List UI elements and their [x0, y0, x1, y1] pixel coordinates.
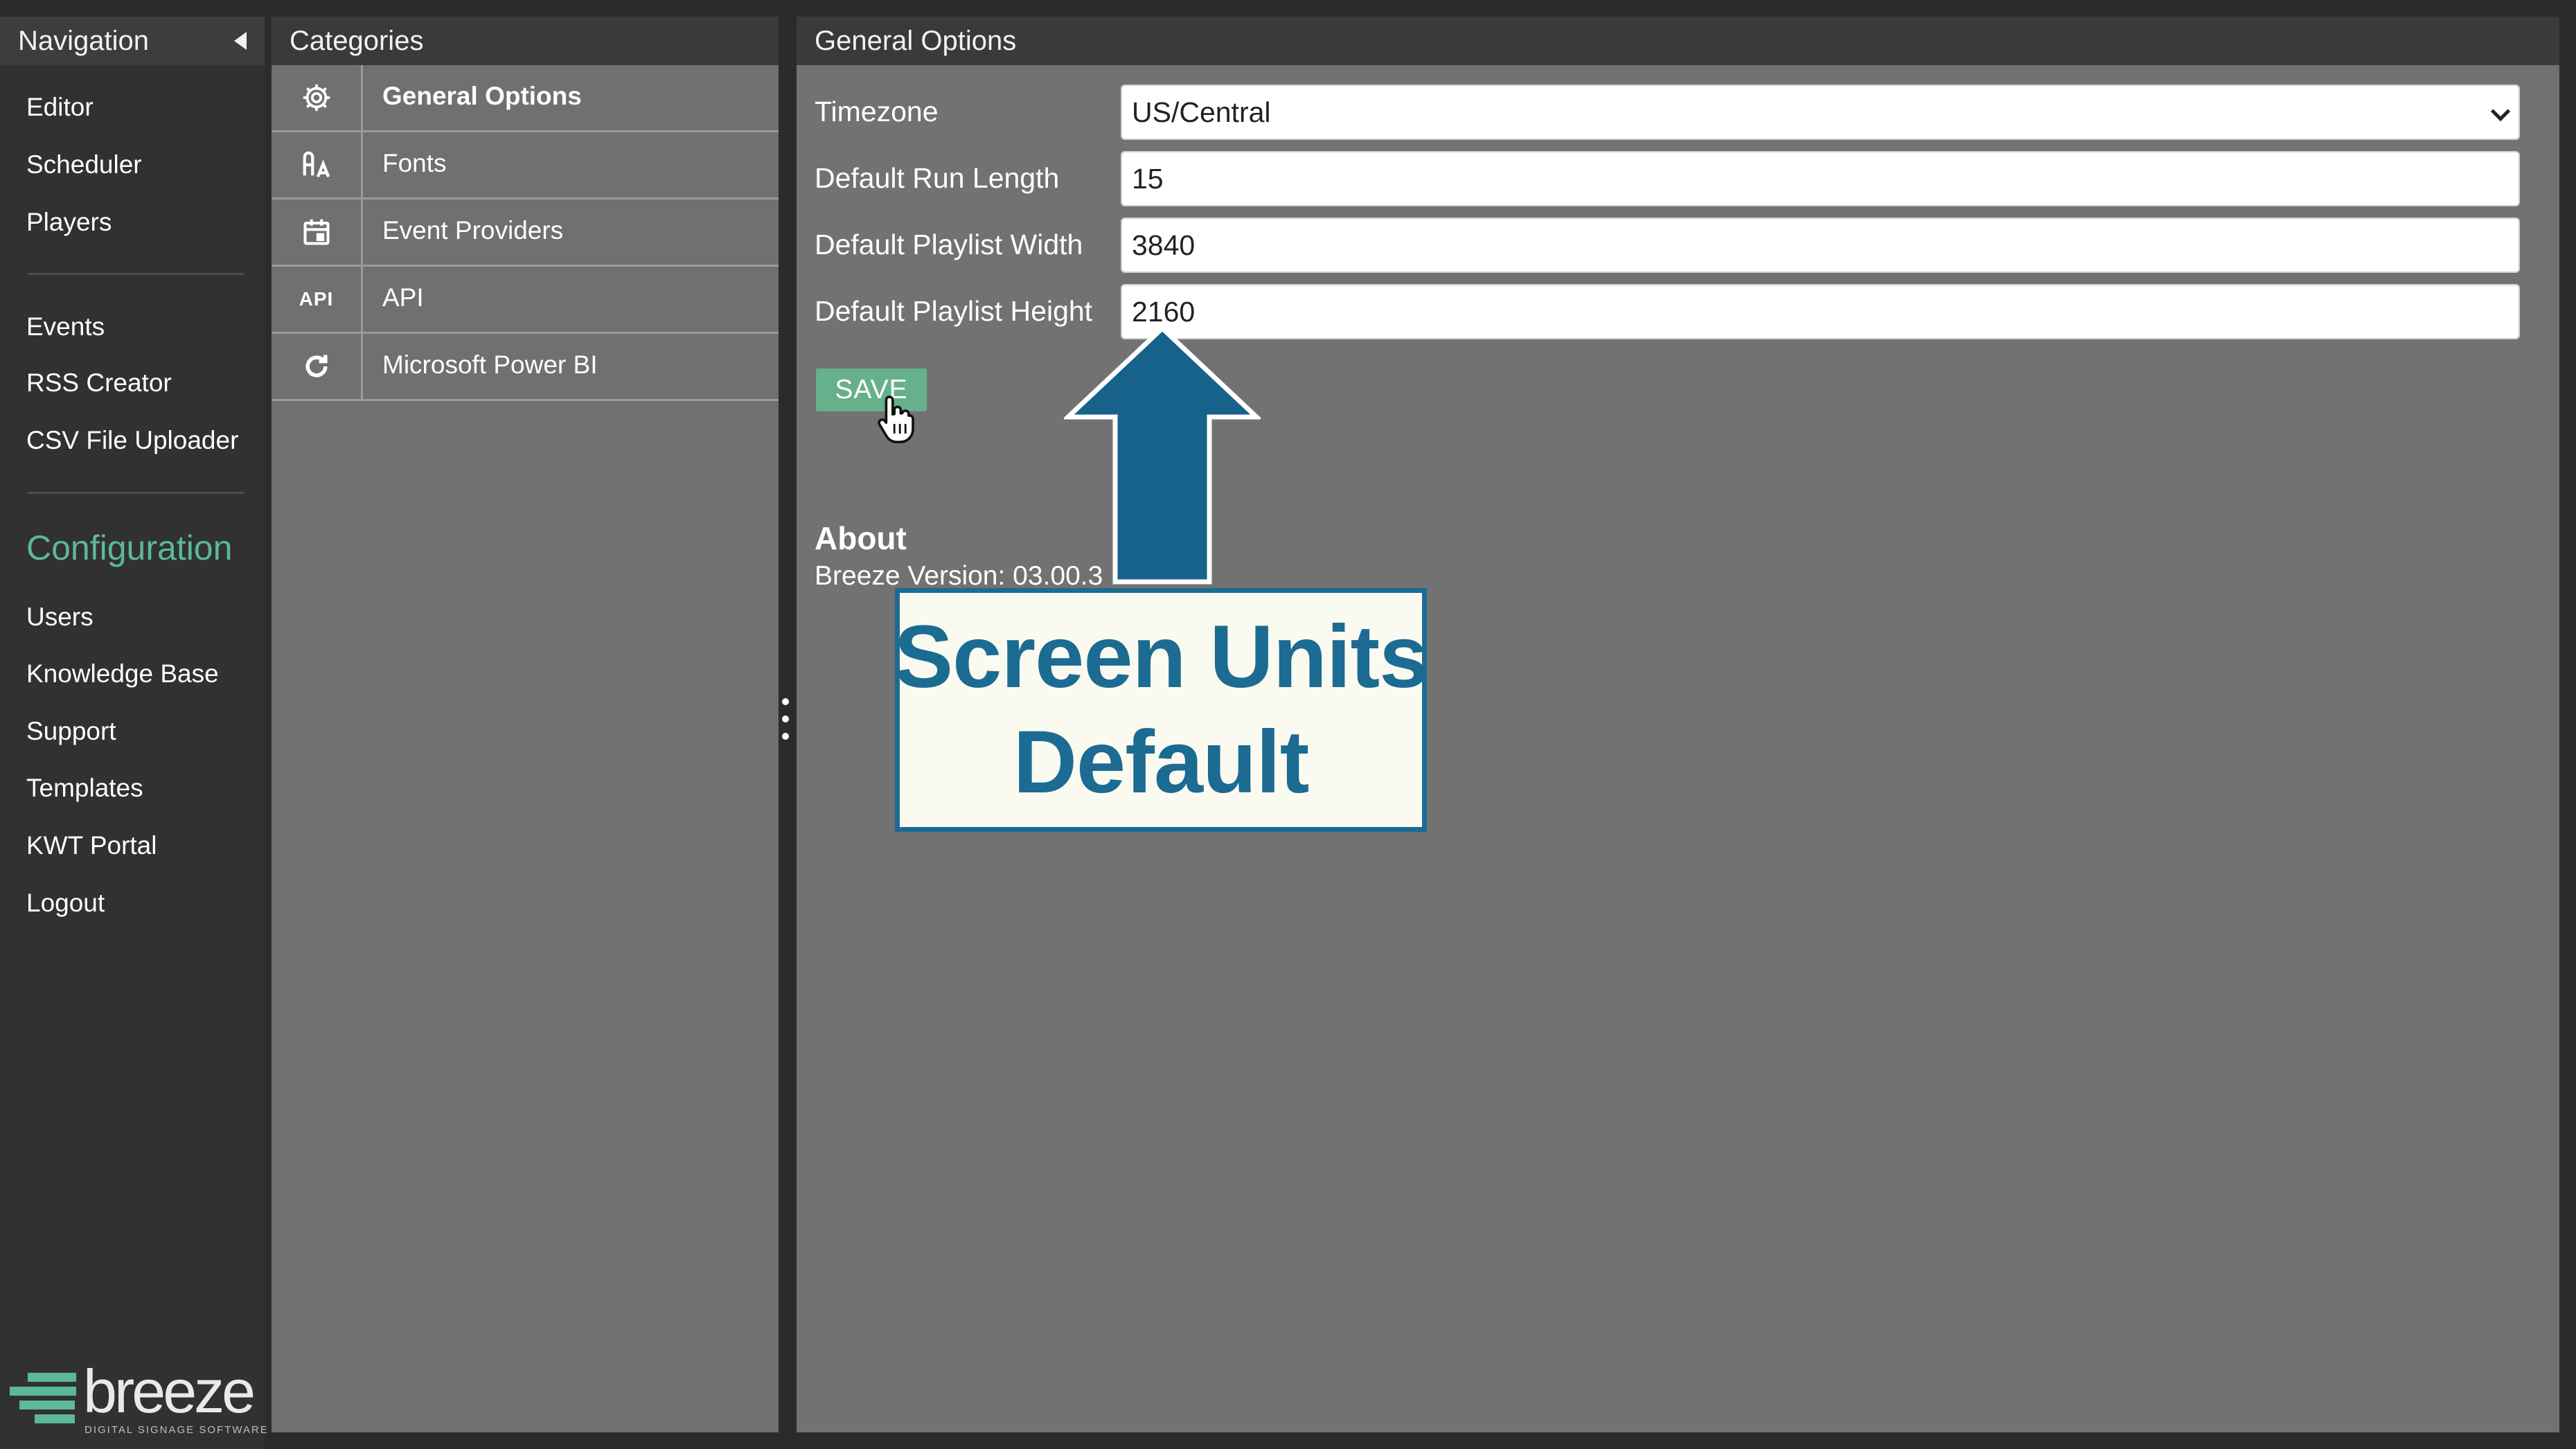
nav-item-editor[interactable]: Editor [26, 93, 94, 122]
general-options-title: General Options [815, 25, 1017, 56]
panel-resize-handle[interactable] [781, 698, 790, 754]
hand-cursor-icon [878, 395, 914, 443]
default-playlist-width-input[interactable]: 3840 [1121, 217, 2520, 273]
navigation-title: Navigation [18, 25, 150, 56]
api-icon: API [272, 267, 363, 332]
timezone-value: US/Central [1132, 96, 1271, 128]
logo-tagline: DIGITAL SIGNAGE SOFTWARE [85, 1424, 269, 1436]
category-event-providers[interactable]: Event Providers [272, 199, 779, 267]
annotation-callout: Screen Units Default [894, 588, 1428, 832]
nav-item-rss-creator[interactable]: RSS Creator [26, 368, 172, 398]
default-run-length-input[interactable]: 15 [1121, 151, 2520, 206]
category-label: Event Providers [382, 216, 564, 245]
default-playlist-height-value: 2160 [1132, 295, 1196, 328]
logo-mark-icon [10, 1373, 76, 1428]
category-api[interactable]: API API [272, 267, 779, 334]
nav-item-knowledge-base[interactable]: Knowledge Base [26, 659, 219, 688]
general-options-header: General Options [797, 17, 2559, 65]
nav-item-templates[interactable]: Templates [26, 774, 143, 803]
annotation-line-1: Screen Units [894, 607, 1428, 706]
categories-panel: Categories General Options Fonts Event P… [272, 17, 779, 1432]
font-icon [272, 132, 363, 197]
breeze-version: Breeze Version: 03.00.3 [815, 561, 1103, 591]
default-run-length-label: Default Run Length [815, 162, 1060, 194]
category-label: API [382, 283, 424, 312]
configuration-section-title: Configuration [26, 528, 233, 567]
nav-item-events[interactable]: Events [26, 312, 105, 341]
annotation-line-2: Default [1013, 713, 1310, 812]
timezone-label: Timezone [815, 96, 939, 127]
refresh-icon [272, 334, 363, 399]
nav-item-players[interactable]: Players [26, 208, 112, 237]
nav-item-support[interactable]: Support [26, 717, 116, 746]
about-title: About [815, 520, 907, 556]
category-label: General Options [382, 82, 582, 110]
category-fonts[interactable]: Fonts [272, 132, 779, 199]
default-playlist-height-label: Default Playlist Height [815, 295, 1093, 327]
categories-title: Categories [290, 25, 424, 56]
nav-divider [28, 492, 244, 494]
nav-divider [28, 273, 244, 275]
default-playlist-width-label: Default Playlist Width [815, 229, 1083, 260]
nav-item-kwt-portal[interactable]: KWT Portal [26, 831, 157, 860]
category-microsoft-power-bi[interactable]: Microsoft Power BI [272, 334, 779, 401]
app-window: Navigation Editor Scheduler Players Even… [0, 0, 2576, 1449]
navigation-header: Navigation [0, 17, 265, 65]
nav-item-csv-file-uploader[interactable]: CSV File Uploader [26, 426, 238, 455]
calendar-icon [272, 199, 363, 265]
category-label: Microsoft Power BI [382, 350, 598, 379]
category-general-options[interactable]: General Options [272, 65, 779, 132]
chevron-down-icon [2490, 101, 2511, 122]
default-playlist-width-value: 3840 [1132, 229, 1196, 261]
gear-icon [272, 65, 363, 130]
nav-item-users[interactable]: Users [26, 603, 94, 632]
default-playlist-height-input[interactable]: 2160 [1121, 284, 2520, 339]
categories-header: Categories [272, 17, 779, 65]
nav-item-scheduler[interactable]: Scheduler [26, 150, 142, 179]
collapse-arrow-icon[interactable] [234, 32, 247, 50]
default-run-length-value: 15 [1132, 162, 1164, 195]
nav-item-logout[interactable]: Logout [26, 889, 105, 918]
timezone-select[interactable]: US/Central [1121, 85, 2520, 140]
annotation-up-arrow-icon [1064, 325, 1261, 585]
navigation-sidebar: Navigation Editor Scheduler Players Even… [0, 17, 267, 1449]
logo-wordmark: breeze [83, 1357, 256, 1425]
category-label: Fonts [382, 149, 447, 177]
breeze-logo: breeze DIGITAL SIGNAGE SOFTWARE [10, 1357, 267, 1443]
